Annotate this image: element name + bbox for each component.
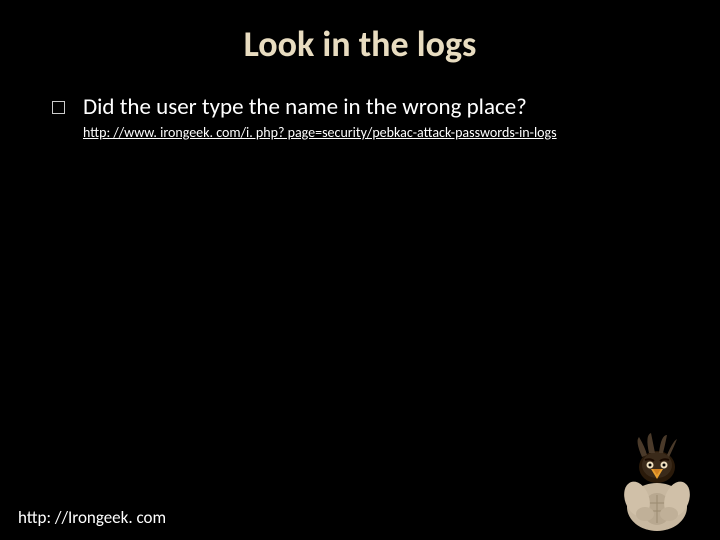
mascot-image	[607, 429, 702, 534]
square-bullet-icon	[52, 101, 65, 114]
footer-url: http: //Irongeek. com	[18, 507, 166, 528]
bullet-text: Did the user type the name in the wrong …	[83, 94, 527, 122]
slide-title: Look in the logs	[0, 0, 720, 66]
bullet-item: Did the user type the name in the wrong …	[52, 94, 680, 122]
slide-body: Did the user type the name in the wrong …	[0, 66, 720, 141]
reference-link[interactable]: http: //www. irongeek. com/i. php? page=…	[83, 124, 680, 141]
